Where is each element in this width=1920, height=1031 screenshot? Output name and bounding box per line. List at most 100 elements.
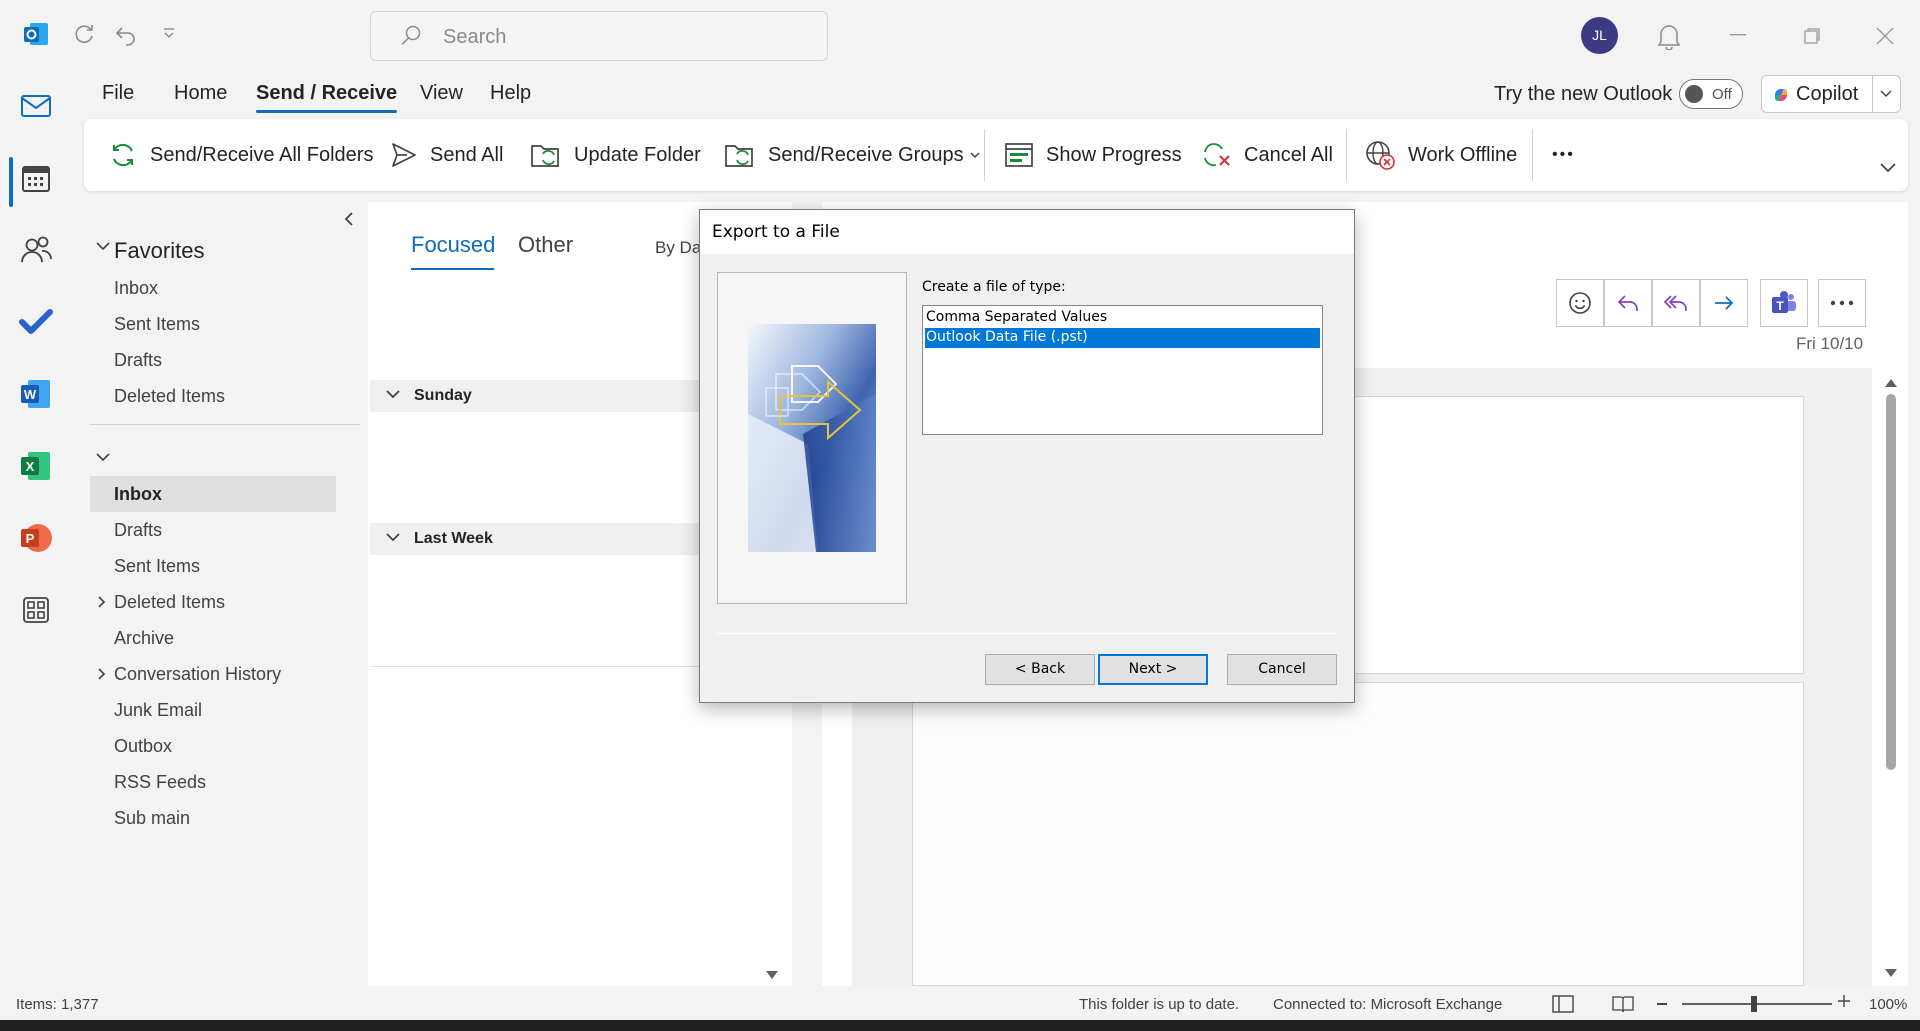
- group-header-last-week[interactable]: Last Week: [370, 523, 700, 555]
- dialog-separator: [717, 633, 1337, 634]
- show-progress-label: Show Progress: [1046, 143, 1182, 166]
- calendar-icon[interactable]: [18, 160, 54, 196]
- smiley-icon: [1569, 292, 1591, 314]
- restore-button[interactable]: [1804, 28, 1820, 44]
- forward-button[interactable]: [1700, 279, 1748, 327]
- powerpoint-icon[interactable]: P: [18, 520, 54, 556]
- update-folder-button[interactable]: Update Folder: [530, 139, 701, 171]
- people-icon[interactable]: [18, 232, 54, 268]
- tab-help[interactable]: Help: [490, 82, 531, 105]
- zoom-out-icon[interactable]: [1657, 1003, 1667, 1005]
- avatar[interactable]: JL: [1581, 17, 1618, 54]
- tab-view[interactable]: View: [420, 82, 463, 105]
- more-actions-button[interactable]: [1818, 279, 1866, 327]
- tab-other[interactable]: Other: [518, 232, 573, 258]
- folder-sent-items[interactable]: Sent Items: [114, 556, 200, 577]
- send-receive-groups-button[interactable]: Send/Receive Groups: [724, 139, 992, 171]
- tab-send-receive[interactable]: Send / Receive: [256, 82, 398, 113]
- group-header-sunday[interactable]: Sunday: [370, 380, 700, 412]
- forward-icon: [1715, 296, 1734, 310]
- show-progress-button[interactable]: Show Progress: [1004, 139, 1182, 171]
- new-outlook-toggle[interactable]: Off: [1679, 79, 1743, 109]
- folder-deleted-items[interactable]: Deleted Items: [114, 592, 225, 613]
- excel-icon[interactable]: X: [18, 448, 54, 484]
- folder-archive[interactable]: Archive: [114, 628, 174, 649]
- pane-divider: [90, 424, 360, 425]
- cancel-all-button[interactable]: Cancel All: [1200, 139, 1333, 171]
- file-type-listbox[interactable]: Comma Separated Values Outlook Data File…: [922, 305, 1323, 435]
- zoom-slider-thumb[interactable]: [1751, 996, 1757, 1012]
- chevron-right-icon[interactable]: [98, 668, 106, 680]
- more-commands-button[interactable]: •••: [1552, 139, 1575, 171]
- folder-outbox[interactable]: Outbox: [114, 736, 172, 757]
- cancel-button[interactable]: Cancel: [1227, 654, 1337, 685]
- favorites-header[interactable]: Favorites: [114, 238, 204, 264]
- favorite-sent-items[interactable]: Sent Items: [114, 314, 200, 335]
- export-to-file-dialog: Export to a File Create a file of type: …: [699, 209, 1355, 703]
- folder-sub-main[interactable]: Sub main: [114, 808, 190, 829]
- reading-scrollbar[interactable]: [1884, 378, 1898, 978]
- todo-icon[interactable]: [18, 304, 54, 340]
- next-button[interactable]: Next >: [1098, 654, 1208, 685]
- svg-text:T: T: [1776, 299, 1784, 313]
- folder-junk-email[interactable]: Junk Email: [114, 700, 202, 721]
- scrollbar-thumb[interactable]: [1886, 394, 1896, 770]
- tab-focused[interactable]: Focused: [411, 232, 495, 258]
- normal-view-icon[interactable]: [1552, 994, 1574, 1014]
- chevron-down-icon[interactable]: [1880, 90, 1892, 98]
- dialog-title: Export to a File: [712, 222, 840, 242]
- chevron-down-icon[interactable]: [96, 242, 110, 252]
- search-box[interactable]: Search: [370, 11, 828, 61]
- tab-home[interactable]: Home: [174, 82, 227, 105]
- dialog-title-bar[interactable]: Export to a File: [700, 210, 1354, 254]
- folder-conversation-history[interactable]: Conversation History: [114, 664, 281, 685]
- reply-all-button[interactable]: [1652, 279, 1700, 327]
- title-bar: Search JL: [0, 0, 1920, 74]
- collapse-ribbon-icon[interactable]: [1880, 163, 1896, 173]
- status-bar: Items: 1,377 This folder is up to date. …: [0, 988, 1920, 1020]
- taskbar-strip: [0, 1020, 1920, 1031]
- update-folder-label: Update Folder: [574, 143, 701, 166]
- collapse-pane-icon[interactable]: [344, 212, 354, 226]
- word-icon[interactable]: W: [18, 376, 54, 412]
- quick-access-dropdown-icon[interactable]: [162, 28, 176, 40]
- tab-file[interactable]: File: [102, 82, 134, 105]
- favorite-inbox[interactable]: Inbox: [114, 278, 158, 299]
- scroll-down-icon[interactable]: [765, 970, 779, 980]
- notification-bell-icon[interactable]: [1656, 22, 1682, 50]
- reply-button[interactable]: [1604, 279, 1652, 327]
- send-receive-all-folders-button[interactable]: Send/Receive All Folders: [108, 139, 373, 171]
- option-comma-separated-values[interactable]: Comma Separated Values: [925, 308, 1320, 328]
- list-divider: [370, 666, 700, 667]
- teams-icon: T: [1772, 291, 1796, 313]
- favorite-drafts[interactable]: Drafts: [114, 350, 162, 371]
- minimize-button[interactable]: [1730, 34, 1746, 36]
- folder-inbox[interactable]: Inbox: [114, 484, 162, 505]
- zoom-slider[interactable]: [1682, 1003, 1832, 1005]
- send-all-button[interactable]: Send All: [390, 139, 503, 171]
- teams-share-button[interactable]: T: [1760, 279, 1808, 327]
- back-button[interactable]: < Back: [985, 654, 1095, 685]
- scroll-down-icon[interactable]: [1884, 968, 1898, 978]
- folder-rss-feeds[interactable]: RSS Feeds: [114, 772, 206, 793]
- svg-text:X: X: [26, 459, 35, 474]
- folder-drafts[interactable]: Drafts: [114, 520, 162, 541]
- sync-icon[interactable]: [72, 22, 96, 46]
- apps-icon[interactable]: [18, 592, 54, 628]
- sort-by-label[interactable]: By Da: [655, 238, 701, 258]
- react-button[interactable]: [1556, 279, 1604, 327]
- close-window-button[interactable]: [1876, 27, 1894, 45]
- reading-view-icon[interactable]: [1612, 994, 1634, 1014]
- chevron-right-icon[interactable]: [98, 596, 106, 608]
- copilot-label: Copilot: [1796, 83, 1859, 105]
- copilot-button[interactable]: Copilot: [1761, 75, 1901, 113]
- favorite-deleted-items[interactable]: Deleted Items: [114, 386, 225, 407]
- work-offline-button[interactable]: Work Offline: [1364, 139, 1517, 171]
- option-outlook-data-file[interactable]: Outlook Data File (.pst): [925, 328, 1320, 348]
- scroll-up-icon[interactable]: [1884, 378, 1898, 388]
- undo-icon[interactable]: [114, 22, 138, 46]
- zoom-in-icon[interactable]: [1837, 994, 1851, 1008]
- mail-icon[interactable]: [18, 88, 54, 124]
- chevron-down-icon[interactable]: [96, 453, 110, 463]
- svg-text:W: W: [24, 387, 37, 402]
